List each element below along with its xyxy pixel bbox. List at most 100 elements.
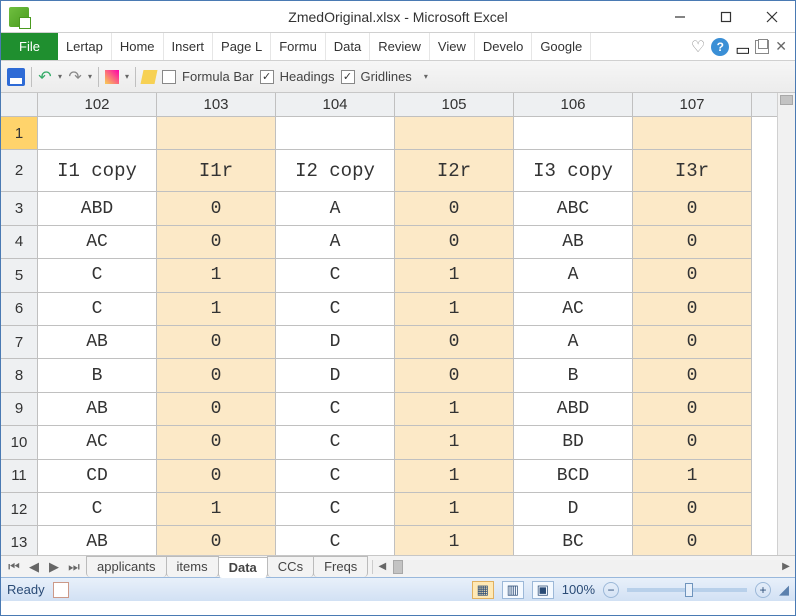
cell[interactable]: 0 [395,192,514,225]
cell[interactable]: B [514,359,633,392]
sheet-nav-first-icon[interactable]: ⏮ [5,559,23,575]
row-header[interactable]: 4 [1,226,38,259]
cell[interactable] [395,117,514,150]
sheet-tab-items[interactable]: items [166,556,219,577]
zoom-out-button[interactable]: − [603,582,619,598]
cell[interactable]: C [38,293,157,326]
ribbon-tab-home[interactable]: Home [112,33,164,60]
redo-icon[interactable]: ↷ [68,70,82,84]
column-header[interactable]: 105 [395,93,514,116]
scrollbar-thumb[interactable] [780,95,793,105]
resize-grip-icon[interactable]: ◢ [779,582,789,598]
cell[interactable]: 0 [633,293,752,326]
help-icon[interactable]: ? [711,38,729,56]
view-normal-icon[interactable]: ▦ [472,581,494,599]
row-header[interactable]: 5 [1,259,38,292]
cell[interactable]: A [514,326,633,359]
hscroll-thumb[interactable] [393,560,403,574]
ribbon-tab-google[interactable]: Google [532,33,591,60]
cell[interactable]: ABC [514,192,633,225]
zoom-slider-thumb[interactable] [685,583,693,597]
cell[interactable]: 0 [157,526,276,555]
paint-dropdown-icon[interactable]: ▾ [125,72,129,81]
cell[interactable]: AB [38,393,157,426]
undo-icon[interactable]: ↶ [38,70,52,84]
cell[interactable]: 0 [633,326,752,359]
column-header[interactable]: 104 [276,93,395,116]
zoom-slider[interactable] [627,588,747,592]
row-header[interactable]: 1 [1,117,38,150]
zoom-in-button[interactable]: + [755,582,771,598]
cell[interactable] [38,117,157,150]
grid-body[interactable]: 12I1 copyI1rI2 copyI2rI3 copyI3r3ABD0A0A… [1,117,795,555]
cell[interactable]: 0 [633,393,752,426]
cell[interactable]: C [38,259,157,292]
cell[interactable] [157,117,276,150]
undo-dropdown-icon[interactable]: ▾ [58,72,62,81]
cell[interactable]: I1 copy [38,150,157,192]
hscroll-right-icon[interactable]: ▶ [777,561,795,572]
cell[interactable]: 0 [633,493,752,526]
ribbon-tab-lertap[interactable]: Lertap [58,33,112,60]
file-tab[interactable]: File [1,33,58,60]
row-header[interactable]: 7 [1,326,38,359]
row-header[interactable]: 3 [1,192,38,225]
formula-bar-checkbox[interactable] [162,70,176,84]
ribbon-tab-formu[interactable]: Formu [271,33,326,60]
cell[interactable] [514,117,633,150]
cell[interactable]: AC [38,426,157,459]
minimize-button[interactable] [657,2,703,32]
sheet-nav-last-icon[interactable]: ⏭ [65,559,83,575]
cell[interactable]: 0 [395,326,514,359]
ribbon-tab-insert[interactable]: Insert [164,33,214,60]
cell[interactable]: D [276,326,395,359]
cell[interactable]: 0 [157,226,276,259]
cell[interactable]: A [514,259,633,292]
sheet-tab-data[interactable]: Data [218,557,268,578]
cell[interactable]: 0 [395,359,514,392]
cell[interactable]: I3r [633,150,752,192]
row-header[interactable]: 6 [1,293,38,326]
sheet-tab-applicants[interactable]: applicants [86,556,167,577]
cell[interactable]: AC [38,226,157,259]
cell[interactable]: 0 [633,526,752,555]
macro-record-icon[interactable] [53,582,69,598]
row-header[interactable]: 2 [1,150,38,192]
horizontal-scrollbar[interactable]: ◀ ▶ [372,560,795,574]
cell[interactable]: B [38,359,157,392]
sheet-nav-next-icon[interactable]: ▶ [45,559,63,575]
row-header[interactable]: 11 [1,460,38,493]
toolbar-overflow-icon[interactable]: ▾ [424,72,428,81]
minimize-ribbon-icon[interactable]: ▭ [735,40,749,54]
sheet-tab-ccs[interactable]: CCs [267,556,314,577]
cell[interactable]: BD [514,426,633,459]
cell[interactable]: 1 [395,393,514,426]
cell[interactable]: 1 [395,493,514,526]
cell[interactable] [276,117,395,150]
headings-checkbox[interactable]: ✓ [260,70,274,84]
cell[interactable]: 0 [157,393,276,426]
cell[interactable]: I3 copy [514,150,633,192]
cell[interactable]: I2r [395,150,514,192]
cell[interactable]: 1 [157,259,276,292]
cell[interactable]: AC [514,293,633,326]
ribbon-tab-develo[interactable]: Develo [475,33,532,60]
maximize-button[interactable] [703,2,749,32]
sheet-nav-prev-icon[interactable]: ◀ [25,559,43,575]
cell[interactable]: 0 [633,426,752,459]
close-button[interactable] [749,2,795,32]
cell[interactable]: A [276,226,395,259]
eraser-icon[interactable] [141,70,158,84]
cell[interactable]: BCD [514,460,633,493]
sheet-tab-freqs[interactable]: Freqs [313,556,368,577]
cell[interactable]: 0 [633,192,752,225]
cell[interactable]: 0 [157,426,276,459]
cell[interactable]: AB [38,526,157,555]
cell[interactable]: C [276,426,395,459]
cell[interactable]: 1 [395,293,514,326]
cell[interactable]: I2 copy [276,150,395,192]
cell[interactable]: ABD [514,393,633,426]
cell[interactable]: ABD [38,192,157,225]
restore-window-icon[interactable] [755,40,769,54]
column-header[interactable]: 103 [157,93,276,116]
